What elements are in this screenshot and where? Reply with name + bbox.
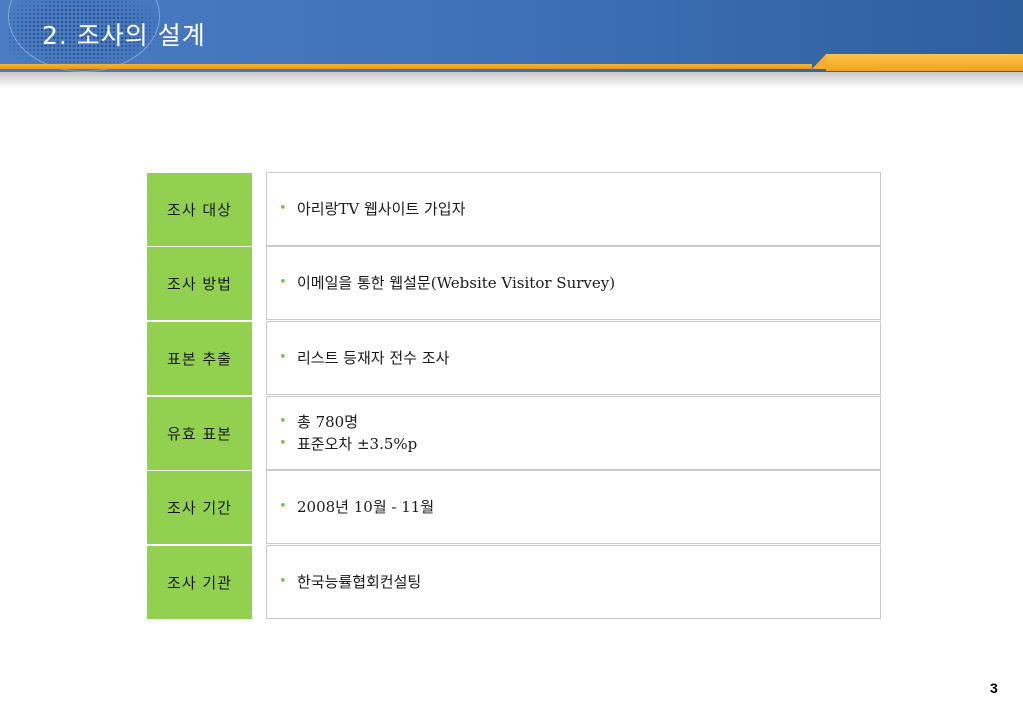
list-item: • 이메일을 통한 웹설문(Website Visitor Survey) [279, 272, 880, 294]
table-row: 조사 기간 • 2008년 10월 - 11월 [146, 470, 882, 544]
bullet-icon: • [279, 201, 287, 216]
item-text: 이메일을 통한 웹설문(Website Visitor Survey) [297, 274, 616, 292]
item-text: 리스트 등재자 전수 조사 [297, 349, 450, 367]
row-label: 조사 대상 [147, 173, 252, 246]
header-shadow [0, 72, 1023, 88]
item-text: 2008년 10월 - 11월 [297, 498, 435, 516]
list-item: • 아리랑TV 웹사이트 가입자 [279, 198, 880, 220]
list-item: • 총 780명 [279, 411, 880, 433]
bullet-icon: • [279, 436, 287, 451]
table-row: 유효 표본 • 총 780명 • 표준오차 ±3.5%p [146, 396, 882, 470]
row-content: • 2008년 10월 - 11월 [266, 470, 881, 544]
row-content: • 리스트 등재자 전수 조사 [266, 321, 881, 395]
row-content: • 총 780명 • 표준오차 ±3.5%p [266, 396, 881, 470]
gold-notch-decoration [812, 54, 826, 69]
bullet-icon: • [279, 499, 287, 514]
table-row: 조사 대상 • 아리랑TV 웹사이트 가입자 [146, 172, 882, 246]
list-item: • 표준오차 ±3.5%p [279, 433, 880, 455]
bullet-icon: • [279, 275, 287, 290]
row-label: 조사 기간 [147, 471, 252, 544]
item-text: 총 780명 [297, 413, 358, 431]
table-row: 표본 추출 • 리스트 등재자 전수 조사 [146, 321, 882, 395]
row-content: • 한국능률협회컨설팅 [266, 545, 881, 619]
list-item: • 리스트 등재자 전수 조사 [279, 347, 880, 369]
gold-tab-decoration [826, 54, 1023, 71]
row-content: • 이메일을 통한 웹설문(Website Visitor Survey) [266, 246, 881, 320]
row-label: 유효 표본 [147, 397, 252, 470]
page-title: 2. 조사의 설계 [42, 21, 206, 50]
table-row: 조사 방법 • 이메일을 통한 웹설문(Website Visitor Surv… [146, 246, 882, 320]
row-label: 표본 추출 [147, 322, 252, 395]
item-text: 아리랑TV 웹사이트 가입자 [297, 200, 466, 218]
list-item: • 2008년 10월 - 11월 [279, 496, 880, 518]
list-item: • 한국능률협회컨설팅 [279, 571, 880, 593]
bullet-icon: • [279, 350, 287, 365]
row-label: 조사 방법 [147, 247, 252, 320]
gold-rule [0, 64, 812, 69]
page-number: 3 [990, 680, 998, 696]
bullet-icon: • [279, 414, 287, 429]
row-content: • 아리랑TV 웹사이트 가입자 [266, 172, 881, 246]
row-label: 조사 기관 [147, 546, 252, 619]
table-row: 조사 기관 • 한국능률협회컨설팅 [146, 545, 882, 619]
item-text: 표준오차 ±3.5%p [297, 435, 418, 453]
item-text: 한국능률협회컨설팅 [297, 573, 422, 591]
bullet-icon: • [279, 574, 287, 589]
